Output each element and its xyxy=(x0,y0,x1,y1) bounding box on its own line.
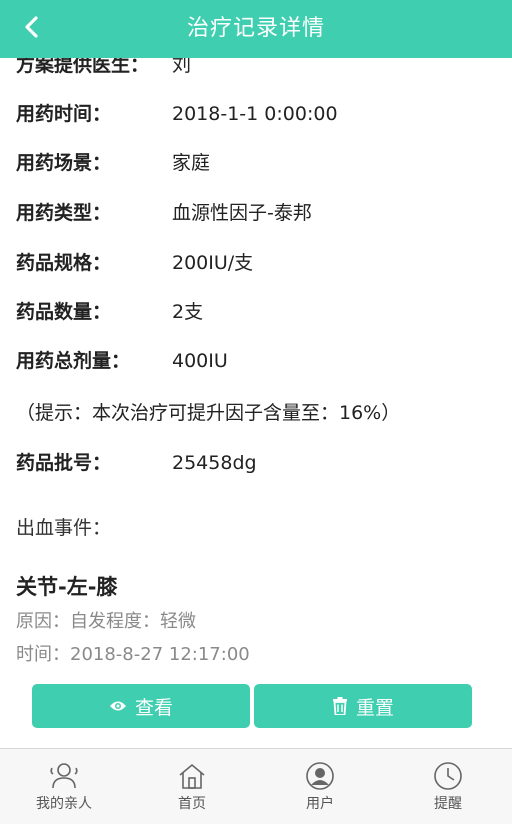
scene-label: 用药场景： xyxy=(16,152,112,174)
quantity-value: 2支 xyxy=(172,301,204,323)
batch-value: 25458dg xyxy=(172,452,257,474)
type-label: 用药类型： xyxy=(16,202,112,224)
time-value: 2018-1-1 0:00:00 xyxy=(172,103,338,125)
treatment-tip: （提示：本次治疗可提升因子含量至：16%） xyxy=(16,402,401,424)
bleeding-event-card: 关节-左-膝 原因：自发程度：轻微 时间：2018-8-27 12:17:00 … xyxy=(12,565,487,748)
spec-value: 200IU/支 xyxy=(172,252,254,274)
time-label: 用药时间： xyxy=(16,103,112,125)
view-button[interactable]: 查看 xyxy=(32,684,250,728)
bleeding-time: 时间：2018-8-27 12:17:00 xyxy=(16,644,250,665)
reset-button[interactable]: 重置 xyxy=(254,684,472,728)
eye-icon xyxy=(109,699,127,713)
scene-value: 家庭 xyxy=(172,152,211,174)
tab-family[interactable]: 我的亲人 xyxy=(0,749,128,824)
tab-user[interactable]: 用户 xyxy=(256,749,384,824)
total-value: 400IU xyxy=(172,350,228,372)
total-label: 用药总剂量： xyxy=(16,350,131,372)
bleeding-location: 关节-左-膝 xyxy=(16,575,118,599)
app-header: 治疗记录详情 xyxy=(0,0,512,58)
view-button-label: 查看 xyxy=(134,696,173,719)
type-value: 血源性因子-泰邦 xyxy=(172,202,312,224)
tab-remind[interactable]: 提醒 xyxy=(384,749,512,824)
doctor-value: 刘 xyxy=(172,58,192,76)
tab-family-label: 我的亲人 xyxy=(36,796,92,812)
doctor-label: 方案提供医生： xyxy=(16,58,150,76)
tab-remind-label: 提醒 xyxy=(434,796,462,812)
trash-icon xyxy=(332,697,348,715)
reset-button-label: 重置 xyxy=(355,696,394,719)
family-icon xyxy=(49,759,79,793)
tab-user-label: 用户 xyxy=(306,796,334,812)
spec-label: 药品规格： xyxy=(16,252,112,274)
clock-icon xyxy=(433,759,463,793)
tab-home[interactable]: 首页 xyxy=(128,749,256,824)
page-title: 治疗记录详情 xyxy=(186,16,325,41)
batch-label: 药品批号： xyxy=(16,452,112,474)
bleeding-reason: 原因：自发程度：轻微 xyxy=(16,611,196,632)
bleeding-section-title: 出血事件： xyxy=(16,517,112,539)
user-icon xyxy=(305,759,335,793)
quantity-label: 药品数量： xyxy=(16,301,112,323)
bottom-tab-bar: 我的亲人 首页 用户 提醒 xyxy=(0,748,512,824)
detail-content[interactable]: 方案提供医生： 刘 用药时间： 2018-1-1 0:00:00 用药场景： 家… xyxy=(0,58,512,748)
tab-home-label: 首页 xyxy=(178,796,206,812)
home-icon xyxy=(177,759,207,793)
